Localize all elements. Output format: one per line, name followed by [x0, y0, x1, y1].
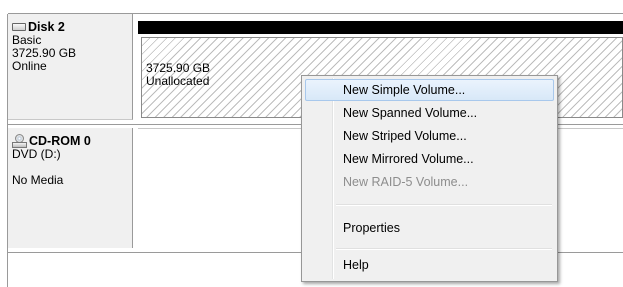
cdrom-name: CD-ROM 0	[29, 134, 91, 148]
disk2-name: Disk 2	[28, 20, 65, 34]
disk2-name-row: Disk 2	[12, 20, 132, 34]
disk2-info-panel[interactable]: Disk 2 Basic 3725.90 GB Online	[8, 14, 133, 120]
menu-separator	[336, 204, 552, 206]
menu-separator	[336, 248, 552, 250]
unallocated-volume-label: 3725.90 GB Unallocated	[146, 62, 210, 88]
menu-item-new-mirrored-volume[interactable]: New Mirrored Volume...	[305, 148, 554, 170]
cdrom-name-row: CD-ROM 0	[12, 134, 132, 148]
menu-item-new-simple-volume[interactable]: New Simple Volume...	[305, 79, 554, 101]
cdrom-drive: DVD (D:)	[12, 147, 61, 161]
menu-item-help[interactable]: Help	[305, 254, 554, 276]
context-menu: New Simple Volume... New Spanned Volume.…	[301, 75, 558, 282]
menu-item-new-spanned-volume[interactable]: New Spanned Volume...	[305, 102, 554, 124]
disk-management-pane: Disk 2 Basic 3725.90 GB Online 3725.90 G…	[0, 0, 623, 287]
cdrom-media: No Media	[12, 173, 64, 187]
hard-disk-icon	[12, 23, 26, 31]
volume-state: Unallocated	[146, 74, 210, 88]
menu-item-new-striped-volume[interactable]: New Striped Volume...	[305, 125, 554, 147]
disk2-volume-header-bar	[138, 21, 623, 34]
menu-item-new-raid5-volume: New RAID-5 Volume...	[343, 175, 469, 189]
cd-rom-icon	[12, 134, 27, 148]
disk2-status: Online	[12, 59, 47, 73]
menu-item-properties[interactable]: Properties	[305, 217, 554, 239]
cdrom-info-panel[interactable]: CD-ROM 0 DVD (D:) No Media	[8, 128, 133, 248]
